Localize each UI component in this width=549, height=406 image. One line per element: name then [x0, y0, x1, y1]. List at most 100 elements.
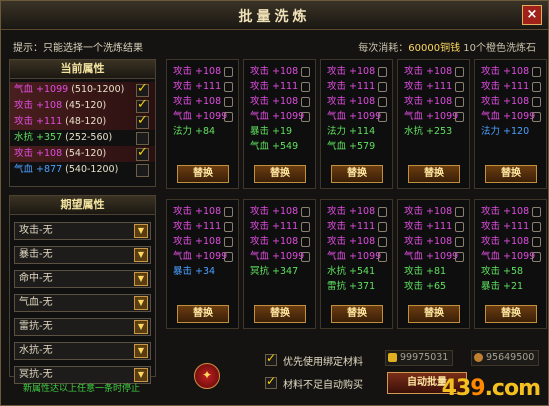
- silver-balance: 95649500: [471, 350, 540, 366]
- result-attr-line: 攻击 +111: [398, 219, 469, 234]
- lock-checkbox[interactable]: [136, 132, 149, 145]
- lock-icon: [224, 82, 233, 92]
- replace-button[interactable]: 替换: [485, 165, 537, 183]
- result-attr-text: 气血 +1099: [173, 251, 228, 262]
- chevron-down-icon[interactable]: ▼: [134, 320, 148, 334]
- result-attr-text: 攻击 +108: [404, 96, 453, 107]
- lock-icon: [301, 82, 310, 92]
- lock-checkbox[interactable]: [136, 81, 149, 97]
- chevron-down-icon[interactable]: ▼: [134, 248, 148, 262]
- current-attr-range: (54-120): [65, 148, 107, 159]
- current-attr-range: (510-1200): [71, 84, 125, 95]
- chevron-down-icon[interactable]: ▼: [134, 272, 148, 286]
- result-attr-line: 水抗 +253: [398, 124, 469, 139]
- chevron-down-icon[interactable]: ▼: [134, 368, 148, 382]
- lock-icon: [224, 112, 233, 122]
- chevron-down-icon[interactable]: ▼: [134, 224, 148, 238]
- result-card: 攻击 +108 攻击 +111 攻击 +108 气血 +1099 攻击 +58 暴击 +2…: [474, 199, 547, 329]
- result-attr-line: 攻击 +108: [244, 64, 315, 79]
- result-attr-text: 攻击 +108: [327, 206, 376, 217]
- replace-button[interactable]: 替换: [331, 165, 383, 183]
- result-attr-text: 攻击 +111: [327, 221, 376, 232]
- desired-attr-select[interactable]: 攻击-无 ▼: [14, 222, 151, 240]
- replace-button[interactable]: 替换: [408, 165, 460, 183]
- result-attr-line: 攻击 +108: [398, 94, 469, 109]
- replace-button[interactable]: 替换: [408, 305, 460, 323]
- result-card: 攻击 +108 攻击 +111 攻击 +108 气血 +1099 法力 +120 替换: [474, 59, 547, 189]
- replace-button[interactable]: 替换: [177, 305, 229, 323]
- result-card: 攻击 +108 攻击 +111 攻击 +108 气血 +1099 冥抗 +347 替换: [243, 199, 316, 329]
- lock-icon: [224, 237, 233, 247]
- lock-icon: [378, 252, 387, 262]
- result-attr-line: 攻击 +108: [167, 204, 238, 219]
- lock-icon: [532, 252, 541, 262]
- gold-ingot-icon: [388, 353, 397, 362]
- cost-coins: 60000铜钱: [408, 43, 461, 54]
- result-attr-text: 冥抗 +347: [250, 266, 299, 277]
- result-attr-text: 攻击 +111: [173, 81, 222, 92]
- replace-button[interactable]: 替换: [331, 305, 383, 323]
- lock-icon: [455, 207, 464, 217]
- desired-attr-select[interactable]: 水抗-无 ▼: [14, 342, 151, 360]
- lock-icon: [455, 67, 464, 77]
- current-attr-value: 攻击 +111: [14, 116, 63, 127]
- result-card: 攻击 +108 攻击 +111 攻击 +108 气血 +1099 法力 +84 替换: [166, 59, 239, 189]
- replace-button[interactable]: 替换: [177, 165, 229, 183]
- lock-checkbox[interactable]: [136, 145, 149, 161]
- lock-icon: [455, 82, 464, 92]
- result-attr-line: 攻击 +111: [244, 79, 315, 94]
- close-button[interactable]: ×: [522, 5, 542, 25]
- result-attr-line: 攻击 +65: [398, 279, 469, 294]
- replace-button[interactable]: 替换: [254, 165, 306, 183]
- desired-attributes-panel: 期望属性 攻击-无 ▼ 暴击-无 ▼ 命中-无 ▼ 气血-无 ▼ 雷抗-无 ▼ 水抗-无 ▼ 冥抗-无 ▼: [9, 195, 156, 384]
- replace-button[interactable]: 替换: [485, 305, 537, 323]
- result-attr-text: 暴击 +19: [250, 126, 293, 137]
- auto-buy-option[interactable]: 材料不足自动购买: [265, 374, 363, 391]
- result-attr-text: 攻击 +108: [250, 66, 299, 77]
- lock-icon: [301, 112, 310, 122]
- lock-icon: [455, 237, 464, 247]
- lock-icon: [378, 67, 387, 77]
- result-attr-line: 攻击 +108: [244, 234, 315, 249]
- lock-icon: [455, 252, 464, 262]
- result-attr-text: 攻击 +81: [404, 266, 447, 277]
- result-attr-line: 气血 +1099: [475, 109, 546, 124]
- desired-attr-select[interactable]: 雷抗-无 ▼: [14, 318, 151, 336]
- lock-icon: [532, 237, 541, 247]
- lock-icon: [224, 97, 233, 107]
- lock-checkbox[interactable]: [136, 97, 149, 113]
- lock-icon: [224, 252, 233, 262]
- result-attr-line: 攻击 +108: [475, 204, 546, 219]
- current-attributes-header: 当前属性: [10, 60, 155, 79]
- desired-attr-select[interactable]: 命中-无 ▼: [14, 270, 151, 288]
- title-bar: 批量洗炼 ×: [1, 1, 548, 30]
- result-attr-text: 气血 +1099: [404, 111, 459, 122]
- chevron-down-icon[interactable]: ▼: [134, 296, 148, 310]
- desired-attributes-header: 期望属性: [10, 196, 155, 215]
- stop-condition-tip: 新属性达以上任意一条时停止: [23, 384, 141, 394]
- result-attr-text: 法力 +84: [173, 126, 216, 137]
- result-attr-line: 攻击 +108: [167, 94, 238, 109]
- bind-first-checkbox[interactable]: [265, 351, 277, 366]
- result-attr-line: 气血 +1099: [398, 109, 469, 124]
- result-attr-line: 攻击 +108: [475, 234, 546, 249]
- gold-balance: 99975031: [385, 350, 454, 366]
- refine-emblem-icon: ✦: [194, 363, 220, 389]
- auto-buy-checkbox[interactable]: [265, 374, 277, 389]
- result-attr-text: 气血 +1099: [404, 251, 459, 262]
- result-attr-line: 攻击 +111: [167, 79, 238, 94]
- lock-icon: [378, 222, 387, 232]
- lock-icon: [532, 67, 541, 77]
- lock-checkbox[interactable]: [136, 164, 149, 177]
- silver-balance-value: 95649500: [486, 352, 535, 363]
- lock-icon: [301, 67, 310, 77]
- replace-button[interactable]: 替换: [254, 305, 306, 323]
- lock-icon: [224, 207, 233, 217]
- desired-attr-select[interactable]: 气血-无 ▼: [14, 294, 151, 312]
- result-attr-line: 攻击 +108: [475, 64, 546, 79]
- bind-first-option[interactable]: 优先使用绑定材料: [265, 351, 363, 368]
- desired-attr-select[interactable]: 暴击-无 ▼: [14, 246, 151, 264]
- result-attr-text: 攻击 +111: [481, 221, 530, 232]
- chevron-down-icon[interactable]: ▼: [134, 344, 148, 358]
- lock-checkbox[interactable]: [136, 113, 149, 129]
